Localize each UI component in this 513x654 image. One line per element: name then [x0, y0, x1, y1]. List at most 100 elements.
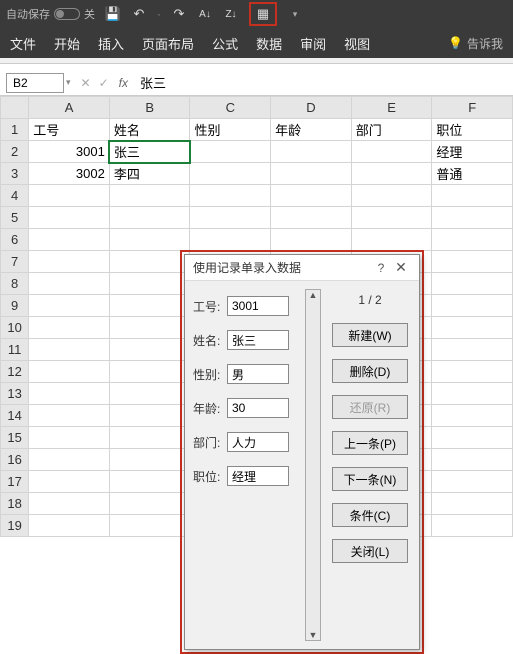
- cell[interactable]: [29, 185, 110, 207]
- criteria-button[interactable]: 条件(C): [332, 503, 408, 527]
- dialog-help-button[interactable]: ?: [371, 261, 391, 275]
- cell[interactable]: [109, 361, 190, 383]
- col-hdr-f[interactable]: F: [432, 97, 513, 119]
- col-hdr-a[interactable]: A: [29, 97, 110, 119]
- cell[interactable]: [109, 295, 190, 317]
- cell[interactable]: 姓名: [109, 119, 190, 141]
- row-hdr[interactable]: 6: [1, 229, 29, 251]
- cell[interactable]: 部门: [351, 119, 432, 141]
- row-hdr[interactable]: 13: [1, 383, 29, 405]
- cell[interactable]: [432, 317, 513, 339]
- name-box-dropdown-icon[interactable]: ▾: [66, 77, 71, 88]
- cell[interactable]: [190, 207, 271, 229]
- cell[interactable]: [351, 185, 432, 207]
- cell[interactable]: [432, 229, 513, 251]
- cell[interactable]: [190, 141, 271, 163]
- cell[interactable]: [29, 493, 110, 515]
- field-id-input[interactable]: [227, 296, 289, 316]
- tell-me[interactable]: 💡 告诉我: [448, 35, 503, 52]
- confirm-icon[interactable]: ✓: [99, 76, 109, 90]
- tab-insert[interactable]: 插入: [98, 34, 124, 53]
- cell[interactable]: [190, 185, 271, 207]
- cell[interactable]: 职位: [432, 119, 513, 141]
- row-hdr[interactable]: 8: [1, 273, 29, 295]
- cell[interactable]: [271, 207, 352, 229]
- tab-view[interactable]: 视图: [344, 34, 370, 53]
- cell[interactable]: [109, 471, 190, 493]
- cell[interactable]: [271, 185, 352, 207]
- row-hdr[interactable]: 16: [1, 449, 29, 471]
- cell[interactable]: [29, 515, 110, 537]
- cell[interactable]: [29, 317, 110, 339]
- cell[interactable]: [432, 405, 513, 427]
- save-icon[interactable]: 💾: [105, 6, 121, 22]
- cell[interactable]: 年龄: [271, 119, 352, 141]
- tab-formula[interactable]: 公式: [212, 34, 238, 53]
- cell[interactable]: [432, 493, 513, 515]
- field-name-input[interactable]: [227, 330, 289, 350]
- cell[interactable]: [109, 229, 190, 251]
- field-dept-input[interactable]: [227, 432, 289, 452]
- cell[interactable]: [29, 229, 110, 251]
- row-hdr[interactable]: 15: [1, 427, 29, 449]
- cell[interactable]: [109, 427, 190, 449]
- tab-layout[interactable]: 页面布局: [142, 34, 194, 53]
- row-hdr[interactable]: 3: [1, 163, 29, 185]
- cell[interactable]: [109, 493, 190, 515]
- sort-asc-icon[interactable]: A↓: [197, 6, 213, 22]
- cell[interactable]: [109, 185, 190, 207]
- cell[interactable]: [351, 207, 432, 229]
- cell[interactable]: [29, 471, 110, 493]
- cell[interactable]: [271, 229, 352, 251]
- tab-data[interactable]: 数据: [256, 34, 282, 53]
- cell[interactable]: [29, 405, 110, 427]
- cell[interactable]: [109, 405, 190, 427]
- cell[interactable]: [109, 251, 190, 273]
- fx-icon[interactable]: fx: [119, 76, 128, 90]
- undo-icon[interactable]: ↶: [131, 6, 147, 22]
- formula-input[interactable]: [134, 73, 513, 93]
- cell[interactable]: [432, 449, 513, 471]
- cell[interactable]: [432, 515, 513, 537]
- cell[interactable]: [109, 515, 190, 537]
- cell[interactable]: [190, 229, 271, 251]
- cell[interactable]: [351, 163, 432, 185]
- row-hdr[interactable]: 10: [1, 317, 29, 339]
- row-hdr[interactable]: 4: [1, 185, 29, 207]
- cell[interactable]: [432, 251, 513, 273]
- cell[interactable]: [109, 207, 190, 229]
- cell[interactable]: [29, 295, 110, 317]
- row-hdr[interactable]: 7: [1, 251, 29, 273]
- select-all-corner[interactable]: [1, 97, 29, 119]
- cell[interactable]: [29, 339, 110, 361]
- cell[interactable]: [351, 229, 432, 251]
- cell[interactable]: 李四: [109, 163, 190, 185]
- cell[interactable]: 3001: [29, 141, 110, 163]
- form-icon[interactable]: ▦: [249, 2, 277, 26]
- cell[interactable]: [29, 449, 110, 471]
- cell[interactable]: [109, 339, 190, 361]
- new-button[interactable]: 新建(W): [332, 323, 408, 347]
- cell[interactable]: [29, 251, 110, 273]
- row-hdr[interactable]: 11: [1, 339, 29, 361]
- cell[interactable]: [432, 339, 513, 361]
- row-hdr[interactable]: 9: [1, 295, 29, 317]
- cell[interactable]: 经理: [432, 141, 513, 163]
- row-hdr[interactable]: 12: [1, 361, 29, 383]
- col-hdr-d[interactable]: D: [271, 97, 352, 119]
- cell[interactable]: [351, 141, 432, 163]
- sort-desc-icon[interactable]: Z↓: [223, 6, 239, 22]
- field-age-input[interactable]: [227, 398, 289, 418]
- cell[interactable]: [432, 471, 513, 493]
- col-hdr-c[interactable]: C: [190, 97, 271, 119]
- cell[interactable]: 3002: [29, 163, 110, 185]
- row-hdr[interactable]: 18: [1, 493, 29, 515]
- cell[interactable]: [29, 427, 110, 449]
- tab-home[interactable]: 开始: [54, 34, 80, 53]
- cell[interactable]: [109, 317, 190, 339]
- next-button[interactable]: 下一条(N): [332, 467, 408, 491]
- delete-button[interactable]: 删除(D): [332, 359, 408, 383]
- cell[interactable]: [432, 361, 513, 383]
- dialog-titlebar[interactable]: 使用记录单录入数据 ? ✕: [185, 255, 419, 281]
- cell[interactable]: [432, 185, 513, 207]
